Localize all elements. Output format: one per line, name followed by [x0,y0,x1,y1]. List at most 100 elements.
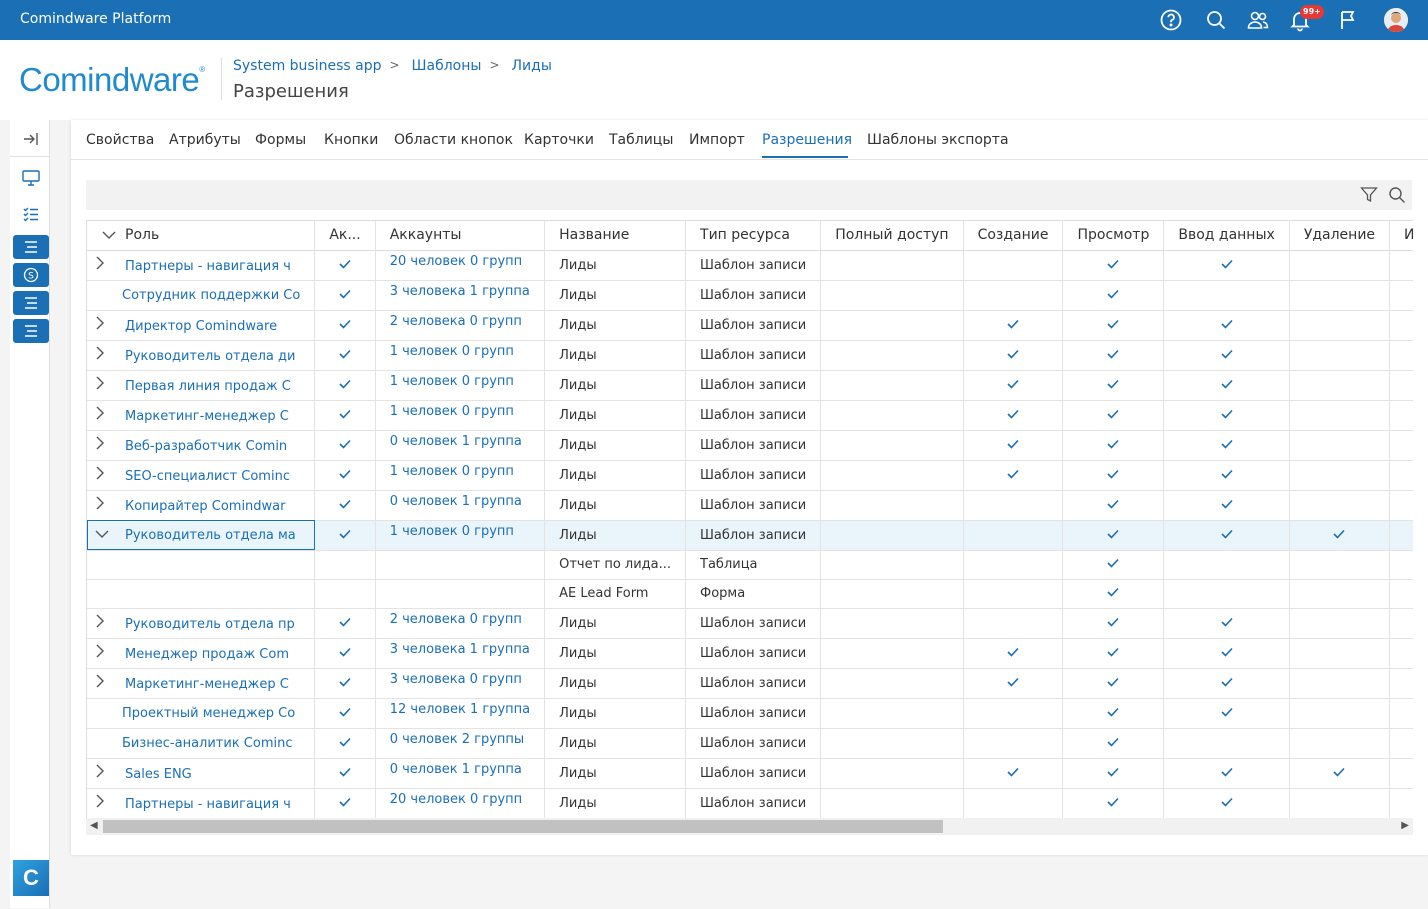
accounts-cell[interactable]: 1 человек 0 групп [375,370,546,401]
full-access-cell[interactable] [820,608,964,639]
list-app-icon[interactable] [13,291,49,315]
edit-cell[interactable] [1163,728,1290,759]
role-name[interactable]: Веб-разработчик Comin [125,439,287,454]
create-cell[interactable] [963,608,1064,639]
accounts-link[interactable]: 1 человек 0 групп [390,464,514,479]
tab-export-templates[interactable]: Шаблоны экспорта [867,132,1009,148]
column-header-edit[interactable]: Ввод данных [1163,221,1290,251]
flag-icon[interactable] [1336,8,1360,32]
accounts-cell[interactable]: 3 человека 1 группа [375,638,546,669]
table-row[interactable]: Первая линия продаж С 1 человек 0 групп Ли… [87,370,1413,401]
delete-cell[interactable] [1289,550,1391,580]
accounts-cell[interactable]: 3 человека 1 группа [375,280,546,311]
delete-cell[interactable] [1289,788,1391,818]
chevron-right-icon[interactable] [95,674,105,688]
active-cell[interactable] [314,668,376,699]
edit-cell[interactable] [1163,698,1290,729]
edit-cell[interactable] [1163,668,1290,699]
accounts-link[interactable]: 0 человек 1 группа [390,762,522,777]
view-cell[interactable] [1062,370,1165,401]
delete-cell[interactable] [1289,310,1391,341]
role-name[interactable]: Партнеры - навигация ч [125,259,291,274]
chevron-right-icon[interactable] [95,466,105,480]
role-cell[interactable]: Бизнес-аналитик Cominc [87,728,316,759]
accounts-link[interactable]: 20 человек 0 групп [390,792,522,807]
edit-cell[interactable] [1163,280,1290,311]
active-cell[interactable] [314,370,376,401]
delete-cell[interactable] [1289,430,1391,461]
create-cell[interactable] [963,250,1064,281]
role-cell[interactable]: Первая линия продаж С [87,370,316,401]
view-cell[interactable] [1062,430,1165,461]
create-cell[interactable] [963,430,1064,461]
accounts-cell[interactable]: 2 человека 0 групп [375,608,546,639]
active-cell[interactable] [314,490,376,521]
chevron-right-icon[interactable] [95,376,105,390]
column-header-accounts[interactable]: Аккаунты [375,221,546,251]
role-name[interactable]: SEO-специалист Cominc [125,469,290,484]
accounts-link[interactable]: 2 человека 0 групп [390,612,522,627]
table-row[interactable]: Директор Comindware 2 человека 0 групп Лид… [87,310,1413,341]
accounts-link[interactable]: 3 человека 1 группа [390,642,530,657]
full-access-cell[interactable] [820,340,964,371]
accounts-cell[interactable]: 0 человек 1 группа [375,490,546,521]
create-cell[interactable] [963,310,1064,341]
column-header-view[interactable]: Просмотр [1062,221,1165,251]
table-row[interactable]: Sales ENG 0 человек 1 группа Лиды Шаблон за… [87,758,1413,789]
full-access-cell[interactable] [820,788,964,818]
accounts-link[interactable]: 1 человек 0 групп [390,524,514,539]
role-cell[interactable]: Копирайтер Comindwar [87,490,316,521]
active-cell[interactable] [314,728,376,759]
column-header-role[interactable]: Роль [87,221,316,251]
checklist-icon[interactable] [13,202,49,226]
role-name[interactable]: Директор Comindware [125,319,277,334]
accounts-link[interactable]: 1 человек 0 групп [390,404,514,419]
help-icon[interactable] [1159,8,1183,32]
role-name[interactable]: Первая линия продаж С [125,379,291,394]
view-cell[interactable] [1062,310,1165,341]
delete-cell[interactable] [1289,698,1391,729]
table-row[interactable]: Веб-разработчик Comin 0 человек 1 группа Л… [87,430,1413,461]
table-row[interactable]: Руководитель отдела ма 1 человек 0 групп Л… [87,520,1413,551]
tab-forms[interactable]: Формы [255,132,306,148]
delete-cell[interactable] [1289,608,1391,639]
desktop-icon[interactable] [13,166,49,190]
full-access-cell[interactable] [820,758,964,789]
role-cell[interactable]: SEO-специалист Cominc [87,460,316,491]
accounts-cell[interactable]: 0 человек 1 группа [375,430,546,461]
full-access-cell[interactable] [820,668,964,699]
table-row[interactable]: Руководитель отдела пр 2 человека 0 групп… [87,608,1413,639]
accounts-link[interactable]: 2 человека 0 групп [390,314,522,329]
view-cell[interactable] [1062,668,1165,699]
column-header-more[interactable]: И [1389,221,1413,251]
table-row[interactable]: Бизнес-аналитик Cominc 0 человек 2 группы… [87,728,1413,759]
view-cell[interactable] [1062,250,1165,281]
active-cell[interactable] [314,579,376,609]
view-cell[interactable] [1062,638,1165,669]
role-cell[interactable]: Сотрудник поддержки Co [87,280,316,311]
full-access-cell[interactable] [820,550,964,580]
active-cell[interactable] [314,310,376,341]
table-row[interactable]: Сотрудник поддержки Co 3 человека 1 групп… [87,280,1413,311]
breadcrumb-item[interactable]: System business app [233,58,381,74]
role-name[interactable]: Маркетинг-менеджер С [125,677,289,692]
create-cell[interactable] [963,370,1064,401]
view-cell[interactable] [1062,788,1165,818]
table-row[interactable]: Маркетинг-менеджер С 3 человека 0 групп Ли… [87,668,1413,699]
active-cell[interactable] [314,400,376,431]
delete-cell[interactable] [1289,520,1391,551]
create-cell[interactable] [963,520,1064,551]
view-cell[interactable] [1062,490,1165,521]
delete-cell[interactable] [1289,340,1391,371]
view-cell[interactable] [1062,280,1165,311]
expand-sidebar-icon[interactable] [13,127,49,151]
list-app-icon[interactable] [13,319,49,343]
role-name[interactable]: Копирайтер Comindwar [125,499,286,514]
edit-cell[interactable] [1163,400,1290,431]
role-name[interactable]: Sales ENG [125,767,192,782]
full-access-cell[interactable] [820,280,964,311]
chevron-right-icon[interactable] [95,256,105,270]
accounts-cell[interactable] [375,579,546,609]
create-cell[interactable] [963,788,1064,818]
full-access-cell[interactable] [820,638,964,669]
